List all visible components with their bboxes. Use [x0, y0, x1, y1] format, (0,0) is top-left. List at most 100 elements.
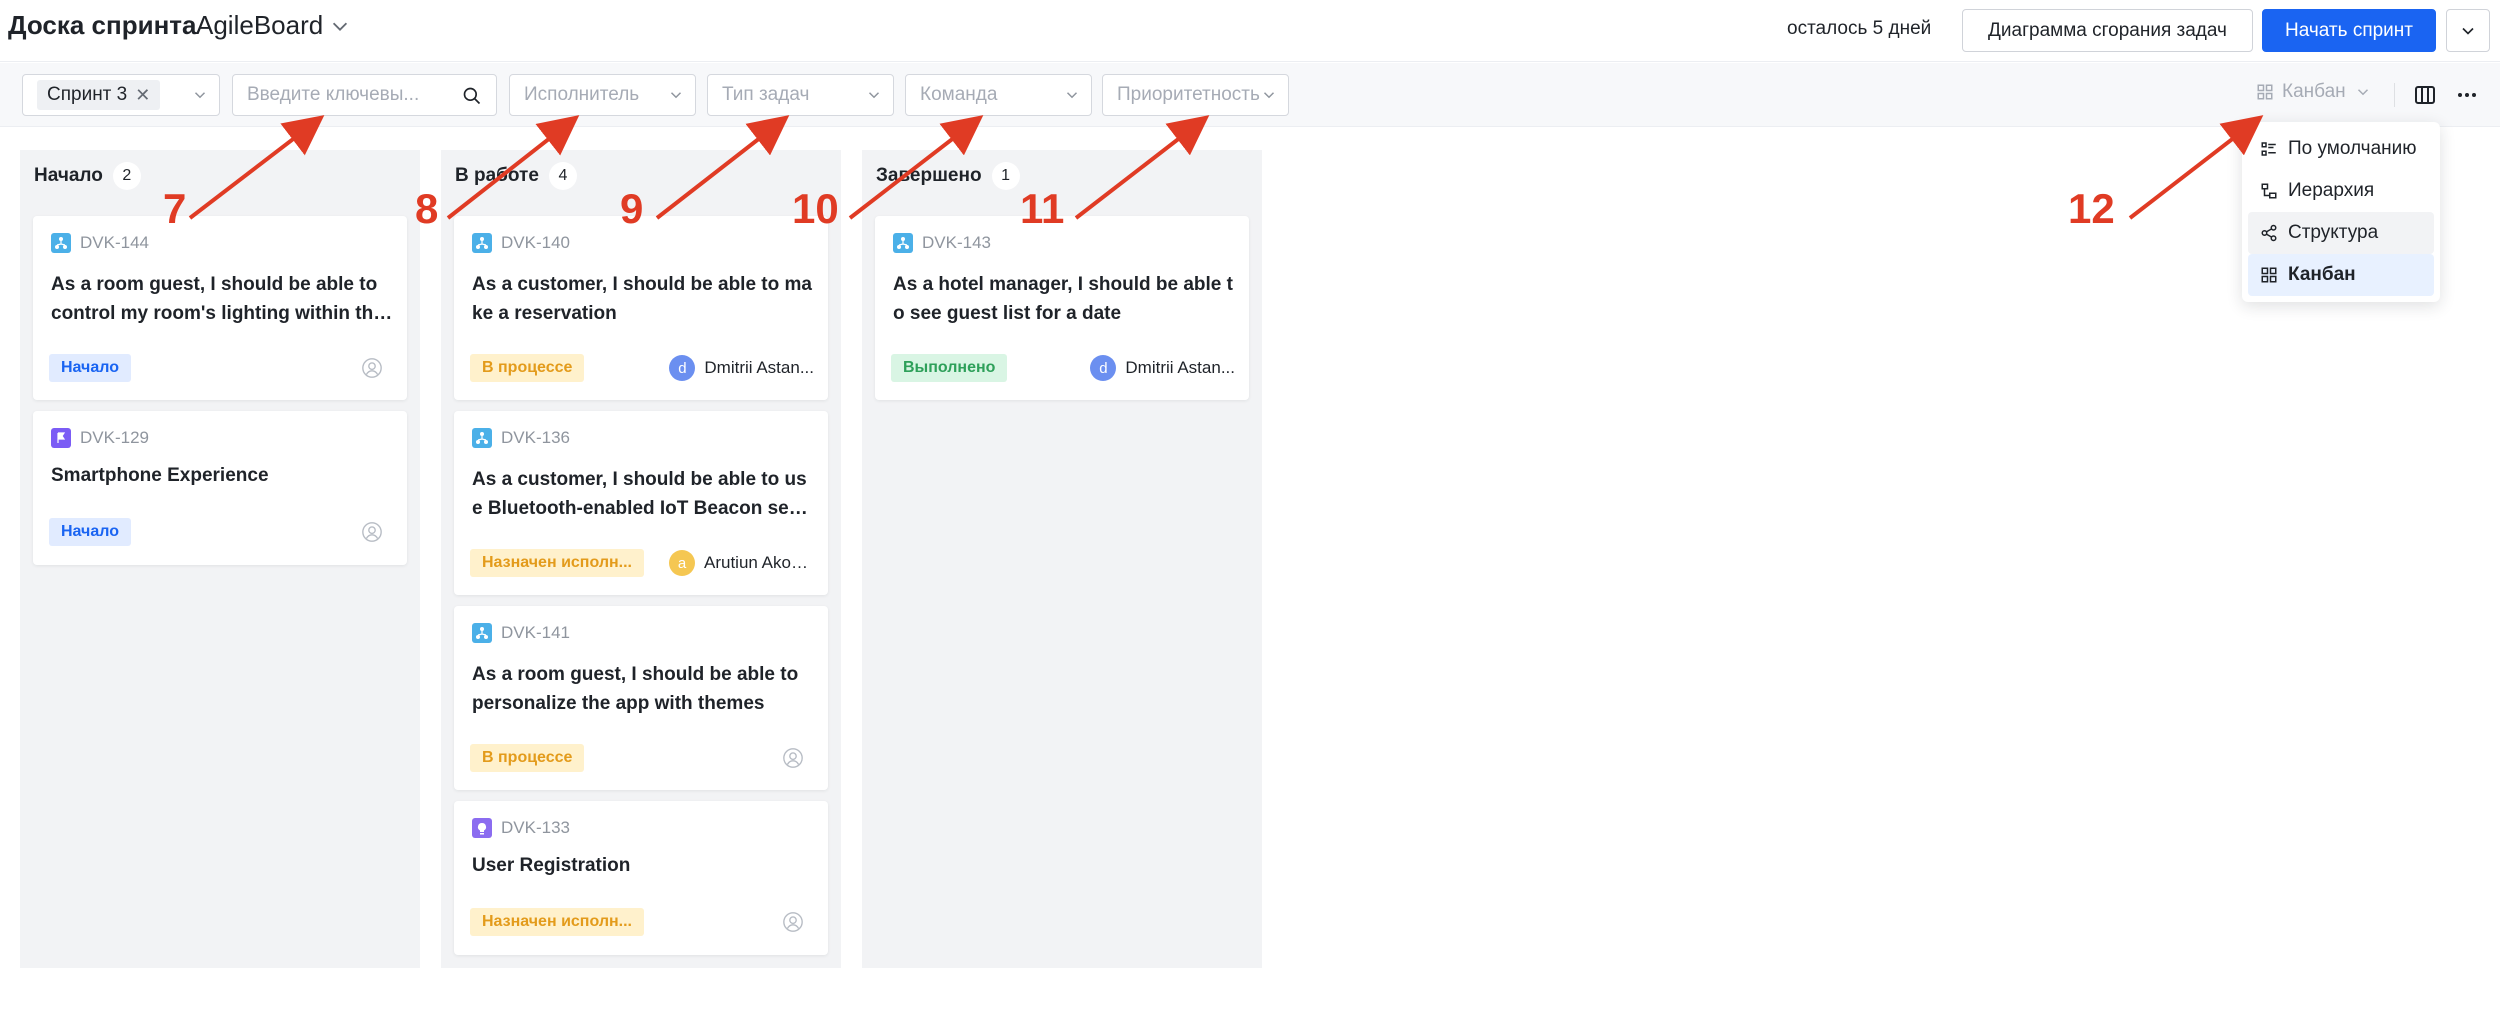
task-type-placeholder: Тип задач — [722, 84, 810, 105]
card-title: As a customer, I should be able to make … — [472, 274, 812, 324]
status-badge: Назначен исполн... — [470, 549, 644, 577]
assignee[interactable]: d Dmitrii Astan... — [669, 355, 814, 381]
view-selector[interactable]: Канбан — [2256, 81, 2372, 103]
chevron-down-icon — [2357, 89, 2368, 96]
unassigned-user-icon[interactable] — [782, 911, 804, 933]
annotation-10: 10 — [792, 185, 839, 232]
priority-placeholder: Приоритетность — [1117, 84, 1260, 105]
unassigned-user-icon[interactable] — [361, 357, 383, 379]
task-card[interactable]: DVK-136 As a customer, I should be able … — [454, 411, 828, 595]
column-title: Завершено — [876, 165, 982, 186]
burndown-chart-button[interactable]: Диаграмма сгорания задач — [1962, 9, 2253, 52]
task-card[interactable]: DVK-140 As a customer, I should be able … — [454, 216, 828, 400]
chevron-down-icon — [1263, 92, 1275, 99]
view-option-kanban[interactable]: Канбан — [2248, 254, 2434, 296]
story-icon — [472, 623, 492, 643]
card-key-text: DVK-143 — [922, 233, 991, 252]
list-icon — [2261, 142, 2276, 156]
header-more-button[interactable] — [2446, 9, 2490, 52]
chevron-down-icon — [868, 92, 880, 99]
annotation-7: 7 — [163, 185, 187, 232]
filter-bar: Спринт 3 ✕ Введите ключевы... Исполнител… — [0, 63, 2500, 127]
column-count: 1 — [991, 162, 1020, 190]
task-card[interactable]: DVK-144 As a room guest, I should be abl… — [33, 216, 407, 400]
story-icon — [472, 428, 492, 448]
view-option-label: По умолчанию — [2288, 138, 2417, 159]
board-selector[interactable]: AgileBoard — [196, 10, 351, 41]
assignee-name: Dmitrii Astan... — [1125, 358, 1235, 377]
feature-icon — [472, 818, 492, 838]
annotation-11: 11 — [1020, 185, 1065, 232]
card-key: DVK-140 — [472, 233, 570, 253]
epic-icon — [51, 428, 71, 448]
column-count: 2 — [112, 162, 141, 190]
status-badge: В процессе — [470, 354, 585, 382]
team-placeholder: Команда — [920, 84, 998, 105]
view-option-default[interactable]: По умолчанию — [2248, 128, 2434, 170]
board-name: AgileBoard — [196, 10, 324, 40]
assignee-placeholder: Исполнитель — [524, 84, 640, 105]
column-title: Начало — [34, 165, 103, 186]
sprint-chip-label: Спринт 3 — [47, 84, 128, 105]
search-placeholder: Введите ключевы... — [247, 84, 420, 105]
chevron-down-icon — [670, 92, 682, 99]
status-badge: Выполнено — [891, 354, 1008, 382]
annotation-12: 12 — [2068, 185, 2115, 232]
task-card[interactable]: DVK-141 As a room guest, I should be abl… — [454, 606, 828, 790]
card-title: As a room guest, I should be able to con… — [51, 274, 384, 324]
chevron-down-icon — [333, 22, 348, 31]
chevron-down-icon — [1066, 92, 1078, 99]
close-icon[interactable]: ✕ — [135, 85, 150, 106]
avatar: a — [669, 550, 695, 576]
card-title: As a customer, I should be able to use B… — [472, 469, 811, 519]
arrow-12 — [2128, 115, 2264, 220]
unassigned-user-icon[interactable] — [782, 747, 804, 769]
task-card[interactable]: DVK-133 User Registration Назначен испол… — [454, 801, 828, 955]
card-key: DVK-144 — [51, 233, 149, 253]
status-badge: В процессе — [470, 744, 585, 772]
team-filter[interactable]: Команда — [905, 74, 1092, 116]
task-type-filter[interactable]: Тип задач — [707, 74, 894, 116]
view-option-hierarchy[interactable]: Иерархия — [2248, 170, 2434, 212]
column-title: В работе — [455, 165, 539, 186]
view-option-label: Иерархия — [2288, 180, 2375, 201]
column-count: 4 — [548, 162, 577, 190]
card-key: DVK-136 — [472, 428, 570, 448]
assignee[interactable]: d Dmitrii Astan... — [1090, 355, 1235, 381]
unassigned-user-icon[interactable] — [361, 521, 383, 543]
card-key-text: DVK-136 — [501, 428, 570, 447]
view-selector-label: Канбан — [2282, 81, 2346, 102]
assignee-name: Dmitrii Astan... — [704, 358, 814, 377]
view-option-structure[interactable]: Структура — [2248, 212, 2434, 254]
start-sprint-button[interactable]: Начать спринт — [2262, 9, 2436, 52]
card-key-text: DVK-140 — [501, 233, 570, 252]
view-dropdown-menu: По умолчанию Иерархия Структура Канбан — [2242, 122, 2440, 302]
story-icon — [51, 233, 71, 253]
avatar: d — [669, 355, 696, 381]
settings-panel-icon[interactable] — [2413, 83, 2437, 107]
card-key: DVK-129 — [51, 428, 149, 448]
chevron-down-icon — [194, 92, 206, 99]
column-in-progress: В работе 4 DVK-140 As a customer, I shou… — [441, 150, 841, 968]
status-badge: Назначен исполн... — [470, 908, 644, 936]
assignee-filter[interactable]: Исполнитель — [509, 74, 696, 116]
header: Доска спринта AgileBoard осталось 5 дней… — [0, 0, 2500, 62]
page-title: Доска спринта — [8, 10, 197, 40]
task-card[interactable]: DVK-143 As a hotel manager, I should be … — [875, 216, 1249, 400]
assignee-name: Arutiun Akop... — [704, 553, 814, 572]
task-card[interactable]: DVK-129 Smartphone Experience Начало — [33, 411, 407, 565]
hierarchy-icon — [2261, 183, 2277, 199]
card-title: As a hotel manager, I should be able to … — [893, 274, 1233, 324]
more-icon[interactable] — [2455, 83, 2479, 107]
days-left: осталось 5 дней — [1787, 18, 1932, 39]
view-option-label: Канбан — [2288, 264, 2356, 285]
status-badge: Начало — [49, 354, 131, 382]
priority-filter[interactable]: Приоритетность — [1102, 74, 1289, 116]
chevron-down-icon — [2462, 27, 2474, 35]
card-title: User Registration — [472, 855, 631, 876]
search-input[interactable]: Введите ключевы... — [232, 74, 497, 116]
sprint-chip: Спринт 3 ✕ — [37, 80, 161, 110]
assignee[interactable]: a Arutiun Akop... — [669, 550, 814, 576]
sprint-filter[interactable]: Спринт 3 ✕ — [22, 74, 220, 116]
avatar: d — [1090, 355, 1117, 381]
